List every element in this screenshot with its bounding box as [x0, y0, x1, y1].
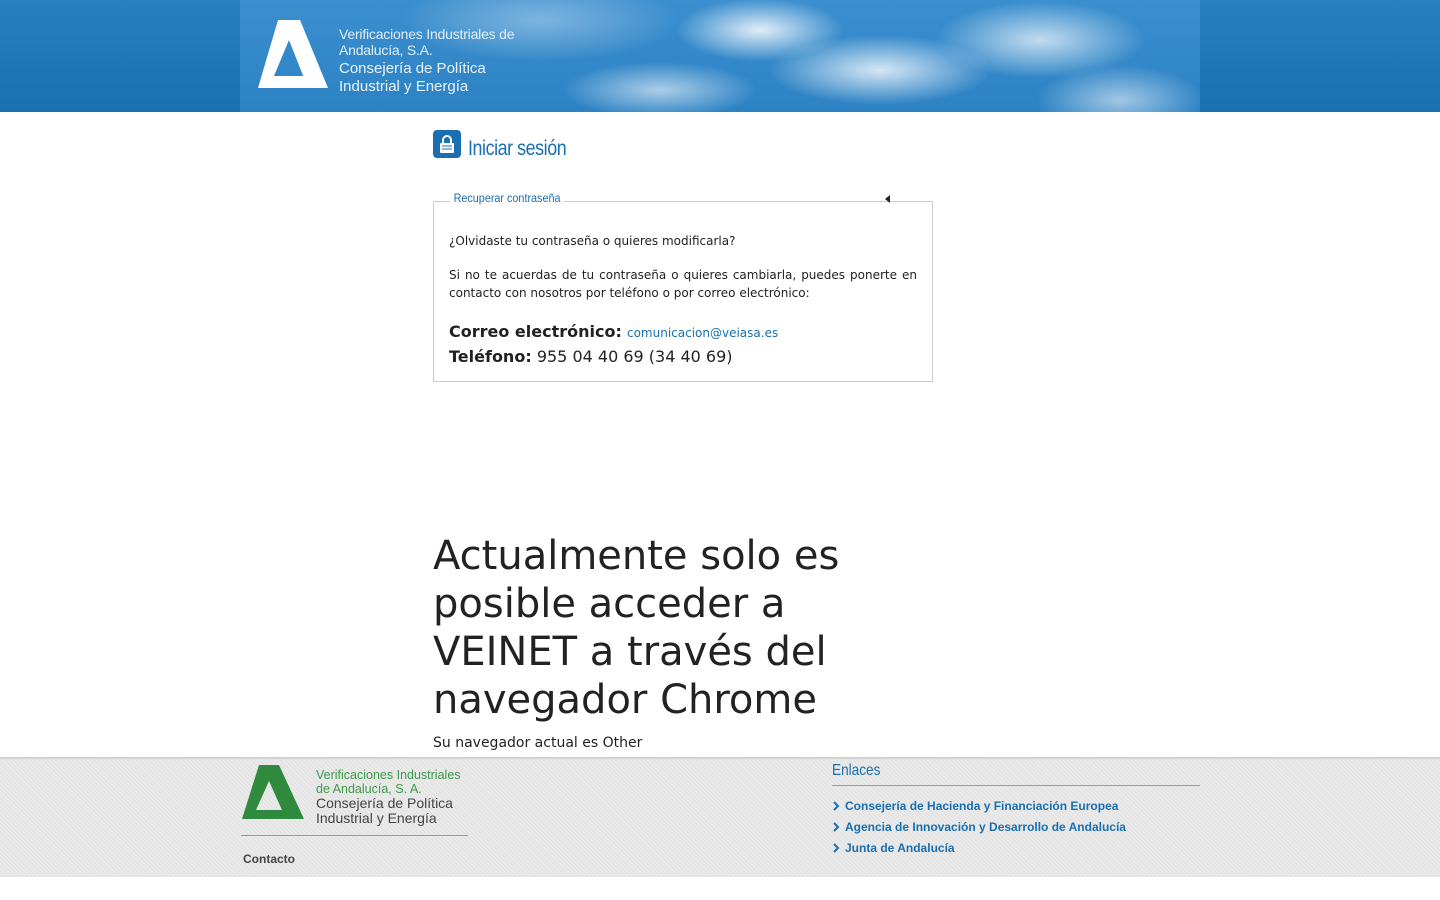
- footer-dept-line1: Consejería de Política: [316, 795, 453, 811]
- header-org-text: Verificaciones Industriales de Andalucía…: [339, 26, 515, 96]
- site-footer: [0, 757, 1440, 877]
- footer-link-item: Consejería de Hacienda y Financiación Eu…: [832, 795, 1126, 816]
- junta-andalucia-footer-logo-icon[interactable]: [241, 764, 305, 820]
- link-agencia-innovacion[interactable]: Agencia de Innovación y Desarrollo de An…: [845, 820, 1126, 834]
- footer-link-item: Agencia de Innovación y Desarrollo de An…: [832, 816, 1126, 837]
- chevron-right-icon: [832, 842, 842, 853]
- browser-warning-title: Actualmente solo es posible acceder a VE…: [433, 533, 840, 723]
- login-title: Iniciar sesión: [468, 137, 567, 160]
- email-link[interactable]: comunicacion@veiasa.es: [627, 326, 778, 340]
- lock-icon: [433, 130, 461, 158]
- recover-content: ¿Olvidaste tu contraseña o quieres modif…: [449, 232, 917, 369]
- chevron-right-icon: [832, 821, 842, 832]
- recover-description: Si no te acuerdas de tu contraseña o qui…: [449, 268, 917, 300]
- link-consejeria-hacienda[interactable]: Consejería de Hacienda y Financiación Eu…: [845, 799, 1118, 813]
- footer-link-item: Junta de Andalucía: [832, 837, 1126, 858]
- header-org-line1: Verificaciones Industriales de: [339, 26, 515, 42]
- footer-links-divider: [832, 785, 1200, 786]
- phone-value: 955 04 40 69 (34 40 69): [536, 347, 733, 366]
- footer-org-line2: de Andalucía, S. A.: [316, 782, 422, 796]
- login-heading: Iniciar sesión: [433, 127, 584, 161]
- email-label: Correo electrónico:: [449, 322, 622, 341]
- recover-question: ¿Olvidaste tu contraseña o quieres modif…: [449, 234, 736, 248]
- footer-contact-link[interactable]: Contacto: [243, 852, 295, 866]
- phone-label: Teléfono:: [449, 347, 532, 366]
- link-junta-andalucia[interactable]: Junta de Andalucía: [845, 841, 955, 855]
- footer-links-list: Consejería de Hacienda y Financiación Eu…: [832, 795, 1126, 858]
- footer-org-text: Verificaciones Industriales de Andalucía…: [316, 768, 461, 826]
- collapse-arrow-icon[interactable]: [885, 195, 890, 203]
- header-dept-line1: Consejería de Política: [339, 60, 486, 77]
- footer-links-title: Enlaces: [832, 762, 881, 779]
- footer-org-line1: Verificaciones Industriales: [316, 768, 461, 782]
- header-dept-line2: Industrial y Energía: [339, 78, 469, 95]
- browser-warning-subtitle: Su navegador actual es Other: [433, 735, 643, 751]
- phone-row: Teléfono: 955 04 40 69 (34 40 69): [449, 345, 917, 369]
- email-row: Correo electrónico: comunicacion@veiasa.…: [449, 320, 917, 345]
- site-header: [0, 0, 1440, 112]
- recover-password-legend[interactable]: Recuperar contraseña: [450, 191, 565, 205]
- junta-andalucia-logo-icon[interactable]: [256, 18, 328, 90]
- footer-divider: [241, 835, 468, 836]
- chevron-right-icon: [832, 800, 842, 811]
- header-org-line2: Andalucía, S.A.: [339, 42, 433, 58]
- footer-dept-line2: Industrial y Energía: [316, 810, 437, 826]
